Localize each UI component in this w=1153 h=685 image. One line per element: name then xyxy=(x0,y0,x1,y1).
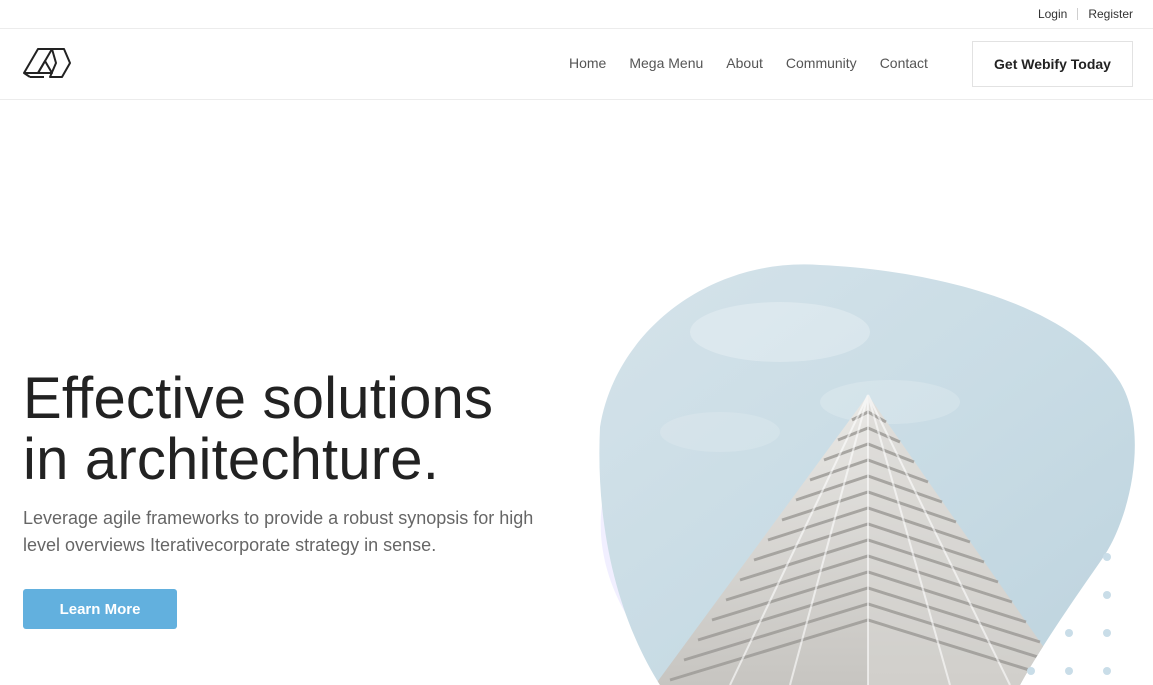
dot-pattern-decor xyxy=(1020,545,1153,685)
hero-title-line-2: in architechture. xyxy=(23,427,440,492)
get-webify-button[interactable]: Get Webify Today xyxy=(972,41,1133,87)
divider xyxy=(1077,8,1079,20)
learn-more-button[interactable]: Learn More xyxy=(23,589,177,629)
main-header: Home Mega Menu About Community Contact G… xyxy=(0,29,1153,100)
nav-item-home[interactable]: Home xyxy=(569,55,606,71)
hero-title: Effective solutions in architechture. xyxy=(23,368,563,490)
register-link[interactable]: Register xyxy=(1088,7,1133,21)
nav-item-mega-menu[interactable]: Mega Menu xyxy=(629,55,703,71)
hero-description: Leverage agile frameworks to provide a r… xyxy=(23,508,534,555)
primary-nav: Home Mega Menu About Community Contact xyxy=(569,55,951,71)
login-link[interactable]: Login xyxy=(1038,7,1067,21)
auth-links: Login Register xyxy=(1038,7,1133,21)
nav-item-about[interactable]: About xyxy=(726,55,763,71)
nav-item-community[interactable]: Community xyxy=(786,55,857,71)
top-utility-bar: Login Register xyxy=(0,0,1153,29)
hero-title-line-1: Effective solutions xyxy=(23,366,494,431)
hexagon-logo-icon[interactable] xyxy=(22,47,72,81)
nav-item-contact[interactable]: Contact xyxy=(880,55,928,71)
